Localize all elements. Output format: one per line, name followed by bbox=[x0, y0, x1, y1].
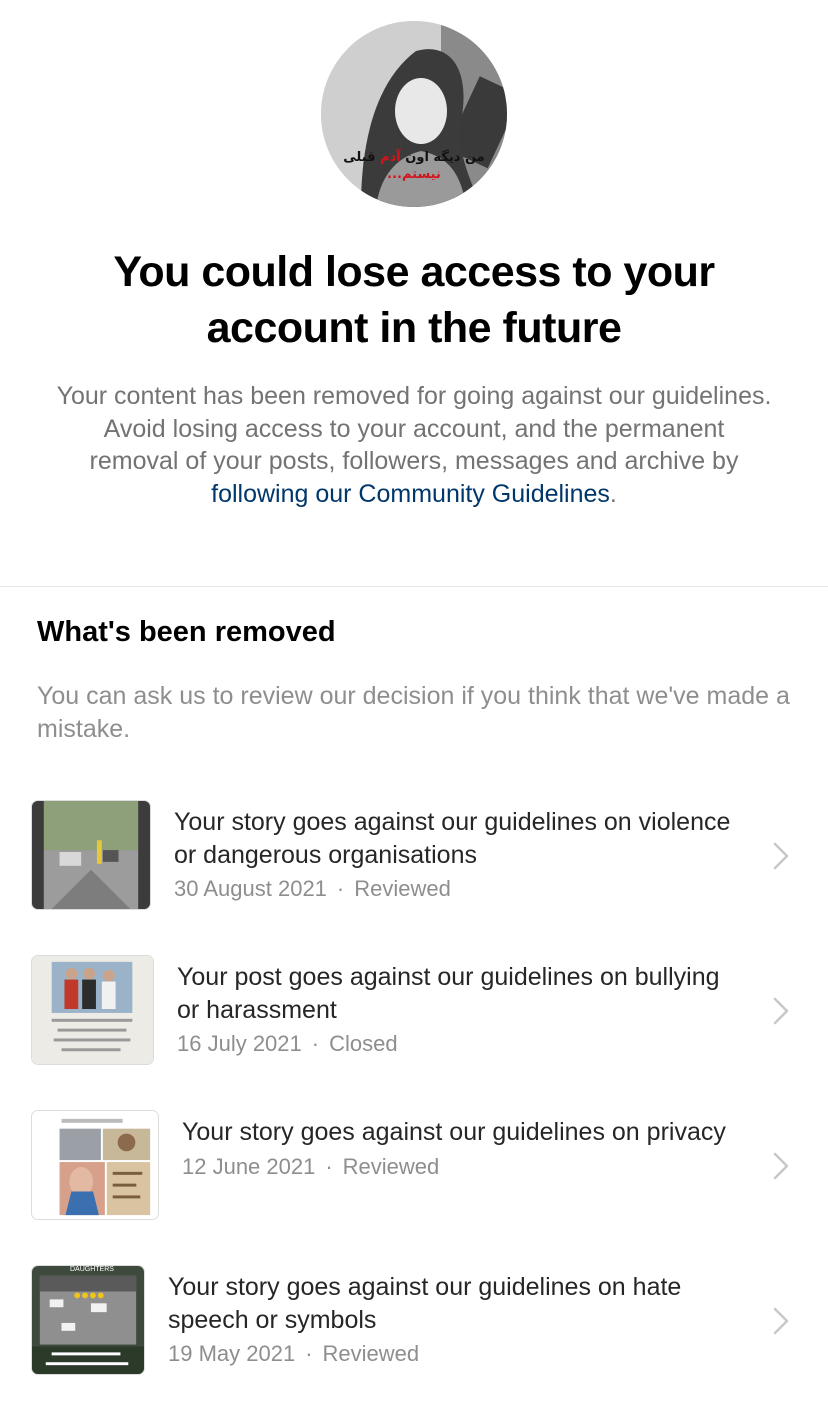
item-status: Reviewed bbox=[354, 876, 451, 901]
chevron-right-icon bbox=[770, 840, 792, 872]
removed-item-2[interactable]: Your post goes against our guidelines on… bbox=[0, 955, 828, 1065]
street-video-thumbnail: DAUGHTERS bbox=[31, 1265, 145, 1375]
removed-item-4[interactable]: DAUGHTERS Your story goes against our gu… bbox=[0, 1265, 828, 1375]
chevron-right-icon bbox=[770, 1150, 792, 1182]
item-title: Your story goes against our guidelines o… bbox=[168, 1273, 682, 1334]
chevron-right-icon bbox=[770, 1305, 792, 1337]
item-title: Your story goes against our guidelines o… bbox=[182, 1118, 726, 1146]
community-guidelines-link[interactable]: following our Community Guidelines bbox=[211, 480, 610, 508]
thumb-overlay-text: DAUGHTERS bbox=[70, 1266, 114, 1273]
page-headline: You could lose access to your account in… bbox=[113, 248, 715, 352]
item-status: Reviewed bbox=[342, 1153, 440, 1179]
removed-item-3[interactable]: Your story goes against our guidelines o… bbox=[0, 1110, 828, 1220]
removed-item-1[interactable]: Your story goes against our guidelines o… bbox=[0, 800, 828, 910]
group-photo-thumbnail bbox=[31, 955, 154, 1065]
item-status: Closed bbox=[329, 1031, 398, 1056]
item-meta: 19 May 2021 · Reviewed bbox=[168, 1341, 420, 1366]
collage-thumbnail bbox=[31, 1110, 159, 1220]
profile-avatar: من دیگه اون آدم قبلی نیستم... bbox=[321, 21, 507, 207]
item-status: Reviewed bbox=[322, 1341, 420, 1366]
item-meta: 12 June 2021 · Reviewed bbox=[182, 1153, 440, 1179]
item-meta: 16 July 2021 · Closed bbox=[177, 1031, 398, 1056]
chevron-right-icon bbox=[770, 995, 792, 1027]
section-divider bbox=[0, 586, 828, 587]
section-subtitle: You can ask us to review our decision if… bbox=[37, 682, 790, 743]
avatar-caption: من دیگه اون آدم قبلی نیستم... bbox=[343, 150, 485, 182]
item-meta: 30 August 2021 · Reviewed bbox=[174, 876, 451, 901]
item-date: 30 August 2021 bbox=[174, 876, 327, 901]
item-title: Your post goes against our guidelines on… bbox=[177, 963, 720, 1024]
item-date: 12 June 2021 bbox=[182, 1153, 316, 1179]
item-date: 19 May 2021 bbox=[168, 1341, 296, 1366]
street-photo-thumbnail bbox=[31, 800, 151, 910]
intro-text: Your content has been removed for going … bbox=[56, 382, 772, 508]
item-date: 16 July 2021 bbox=[177, 1031, 302, 1056]
item-title: Your story goes against our guidelines o… bbox=[174, 808, 731, 869]
section-title: What's been removed bbox=[37, 616, 336, 648]
